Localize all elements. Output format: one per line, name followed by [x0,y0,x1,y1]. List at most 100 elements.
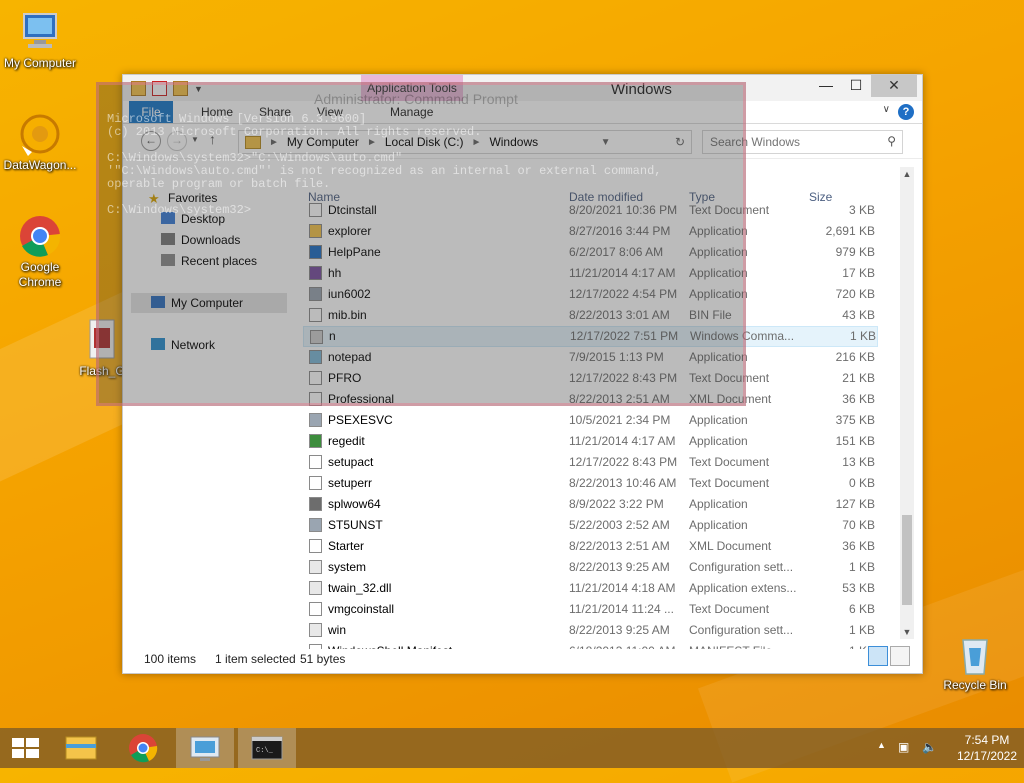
file-name: vmgcoinstall [328,602,395,616]
nav-downloads[interactable]: Downloads [161,230,240,250]
properties-icon[interactable] [152,81,167,96]
file-row[interactable]: splwow64 8/9/2022 3:22 PM Application 127 K… [303,494,878,515]
file-row[interactable]: mib.bin 8/22/2013 3:01 AM BIN File 43 KB [303,305,878,326]
breadcrumb-separator-icon[interactable]: ► [265,137,283,148]
file-row[interactable]: vmgcoinstall 11/21/2014 11:24 ... Text Doc… [303,599,878,620]
file-size: 6 KB [848,602,875,616]
breadcrumb-separator-icon[interactable]: ► [363,137,381,148]
navigation-pane: ★ Favorites Desktop Downloads Recent plac… [123,188,293,650]
file-row[interactable]: explorer 8/27/2016 3:44 PM Application 2,69… [303,221,878,242]
file-row[interactable]: PSEXESVC 10/5/2021 2:34 PM Application 375 … [303,410,878,431]
expand-ribbon-icon[interactable]: ∨ [883,104,890,115]
file-row[interactable]: ST5UNST 5/22/2003 2:52 AM Application 70 KB [303,515,878,536]
minimize-button[interactable]: — [811,75,841,97]
tab-view[interactable]: View [311,101,349,123]
details-view-button[interactable] [868,646,888,666]
tab-manage[interactable]: Manage [384,101,439,123]
file-row[interactable]: setupact 12/17/2022 8:43 PM Text Document 1… [303,452,878,473]
recent-locations-icon[interactable]: ▼ [191,135,199,144]
file-date: 11/21/2014 4:18 AM [569,581,676,595]
folder-icon[interactable] [131,81,146,96]
nav-recent-places[interactable]: Recent places [161,251,257,271]
new-folder-icon[interactable] [173,81,188,96]
close-button[interactable]: ✕ [871,75,917,97]
taskbar-remote-desktop[interactable] [176,728,234,768]
nav-desktop[interactable]: Desktop [161,209,225,229]
file-row[interactable]: notepad 7/9/2015 1:13 PM Application 216 KB [303,347,878,368]
address-bar[interactable]: ► My Computer ► Local Disk (C:) ► Window… [238,130,692,154]
file-date: 6/2/2017 8:06 AM [569,245,664,259]
search-input[interactable] [708,131,872,153]
file-row[interactable]: win 8/22/2013 9:25 AM Configuration sett..… [303,620,878,641]
breadcrumb-separator-icon[interactable]: ► [468,137,486,148]
file-row[interactable]: twain_32.dll 11/21/2014 4:18 AM Applicatio… [303,578,878,599]
file-name: explorer [328,224,372,238]
back-button[interactable]: ← [141,131,161,151]
file-row[interactable]: Starter 8/22/2013 2:51 AM XML Document 36 K… [303,536,878,557]
desktop-icon-my-computer[interactable]: My Computer [0,10,80,71]
file-date: 8/22/2013 9:25 AM [569,623,670,637]
file-size: 53 KB [842,581,875,595]
tab-home[interactable]: Home [195,101,239,123]
vertical-scrollbar[interactable]: ▲ ▼ [900,167,914,639]
taskbar-file-explorer[interactable] [52,728,110,768]
address-dropdown-icon[interactable]: ▼ [597,137,615,148]
nav-my-computer[interactable]: My Computer [131,293,287,313]
taskbar-cmd[interactable]: C:\_ [238,728,296,768]
file-row[interactable]: HelpPane 6/2/2017 8:06 AM Application 979 K… [303,242,878,263]
nav-network[interactable]: Network [151,335,215,355]
explorer-window[interactable]: ▼ Application Tools Windows — ☐ ✕ File H… [122,74,923,674]
breadcrumb-local-disk[interactable]: Local Disk (C:) [381,135,468,149]
file-row[interactable]: hh 11/21/2014 4:17 AM Application 17 KB [303,263,878,284]
large-icons-view-button[interactable] [890,646,910,666]
nav-label: Downloads [181,233,241,247]
status-bar: 100 items 1 item selected 51 bytes [123,647,920,671]
search-icon[interactable]: ⚲ [887,134,896,148]
file-row[interactable]: n 12/17/2022 7:51 PM Windows Comma... 1 KB [303,326,878,347]
chrome-icon [129,734,158,763]
help-icon[interactable]: ? [898,104,914,120]
file-size: 36 KB [842,392,875,406]
file-row[interactable]: system 8/22/2013 9:25 AM Configuration set… [303,557,878,578]
tab-application-tools[interactable]: Application Tools [361,75,463,101]
scroll-up-icon[interactable]: ▲ [900,169,914,179]
start-button[interactable] [0,728,58,768]
text-file-icon [309,371,322,385]
file-size: 127 KB [835,497,875,511]
file-row[interactable]: PFRO 12/17/2022 8:43 PM Text Document 21 KB [303,368,878,389]
breadcrumb-windows[interactable]: Windows [485,135,542,149]
refresh-icon[interactable]: ↻ [669,135,691,149]
search-box[interactable]: ⚲ [702,130,903,154]
file-row[interactable]: iun6002 12/17/2022 4:54 PM Application 720 … [303,284,878,305]
desktop-icon-google-chrome[interactable]: Google Chrome [0,214,80,290]
network-tray-icon[interactable]: ▣ [898,740,909,754]
scroll-down-icon[interactable]: ▼ [900,627,914,637]
file-name: ST5UNST [328,518,383,532]
maximize-button[interactable]: ☐ [841,75,871,97]
file-date: 12/17/2022 7:51 PM [570,329,679,343]
chevron-down-icon[interactable]: ▼ [194,84,203,94]
file-row[interactable]: setuperr 8/22/2013 10:46 AM Text Document 0… [303,473,878,494]
text-file-icon [309,455,322,469]
tab-file[interactable]: File [129,101,173,123]
show-hidden-icons-icon[interactable]: ▲ [877,740,886,750]
file-size: 1 KB [849,329,876,343]
volume-icon[interactable]: 🔈 [922,740,937,754]
file-date: 11/21/2014 4:17 AM [569,266,676,280]
file-row[interactable]: Professional 8/22/2013 2:51 AM XML Documen… [303,389,878,410]
file-row[interactable]: regedit 11/21/2014 4:17 AM Application 151 … [303,431,878,452]
desktop-icon-datawagon[interactable]: DataWagon... [0,112,80,173]
notepad-icon [309,350,322,364]
taskbar-chrome[interactable] [114,728,172,768]
recycle-bin-icon [953,632,997,676]
file-row[interactable]: Dtcinstall 8/20/2021 10:36 PM Text Documen… [303,201,878,221]
clock[interactable]: 7:54 PM 12/17/2022 [950,732,1024,764]
breadcrumb-my-computer[interactable]: My Computer [283,135,363,149]
desktop-icon-recycle-bin[interactable]: Recycle Bin [935,632,1015,693]
tab-share[interactable]: Share [253,101,297,123]
nav-favorites[interactable]: ★ Favorites [148,188,217,208]
scroll-thumb[interactable] [902,515,912,605]
title-bar[interactable]: ▼ Application Tools Windows — ☐ ✕ [123,75,922,101]
up-button[interactable]: ↑ [209,131,216,147]
forward-button[interactable]: → [167,131,187,151]
